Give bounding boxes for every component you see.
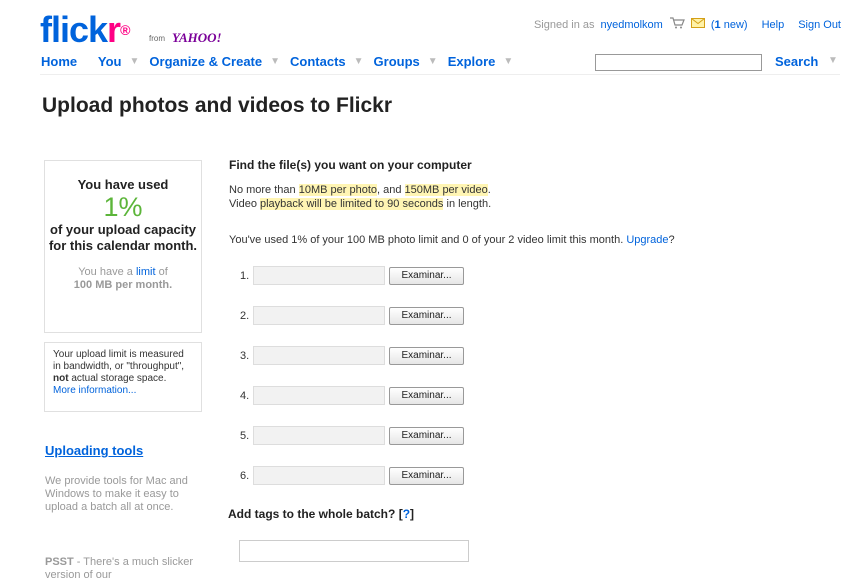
nav-you[interactable]: You	[98, 54, 122, 69]
tags-help-link[interactable]: ?	[403, 507, 410, 521]
file-row-number: 4.	[240, 389, 250, 402]
logo-r: r	[107, 9, 121, 50]
usage-summary: You've used 1% of your 100 MB photo limi…	[229, 234, 675, 246]
file-row: 6. Examinar...	[240, 466, 464, 485]
file-input[interactable]	[253, 306, 385, 325]
limit-text: No more than	[229, 184, 296, 196]
cart-icon[interactable]	[669, 17, 685, 32]
file-input[interactable]	[253, 386, 385, 405]
usage-summary-text: You've used 1% of your 100 MB photo limi…	[229, 234, 624, 246]
limit-prefix: You have a	[78, 266, 133, 278]
mail-new-label: new	[723, 18, 744, 31]
chevron-down-icon[interactable]: ▼	[270, 56, 280, 67]
note-text-a: Your upload limit is measured in bandwid…	[53, 349, 185, 372]
browse-button[interactable]: Examinar...	[389, 426, 464, 445]
main-nav: Home You ▼ Organize & Create ▼ Contacts …	[41, 54, 523, 69]
nav-organize-create[interactable]: Organize & Create	[149, 54, 262, 69]
tags-input[interactable]	[239, 540, 469, 562]
video-limit: 150MB per video	[404, 184, 488, 196]
file-input[interactable]	[253, 346, 385, 365]
bandwidth-note: Your upload limit is measured in bandwid…	[44, 342, 202, 412]
file-row: 5. Examinar...	[240, 426, 464, 445]
file-row: 3. Examinar...	[240, 346, 464, 365]
file-row-number: 3.	[240, 349, 250, 362]
tags-heading: Add tags to the whole batch? [?]	[228, 507, 414, 521]
nav-home[interactable]: Home	[41, 54, 77, 69]
psst-text: PSST - There's a much slicker version of…	[45, 556, 210, 582]
logo-from: from	[149, 34, 165, 43]
file-input[interactable]	[253, 266, 385, 285]
file-row-number: 6.	[240, 469, 250, 482]
file-row-number: 1.	[240, 269, 250, 282]
file-row: 4. Examinar...	[240, 386, 464, 405]
nav-divider	[40, 74, 840, 75]
browse-button[interactable]: Examinar...	[389, 386, 464, 405]
video-text-end: in length.	[446, 198, 492, 210]
size-limits: No more than 10MB per photo, and 150MB p…	[229, 183, 491, 211]
nav-groups[interactable]: Groups	[374, 54, 420, 69]
browse-button[interactable]: Examinar...	[389, 306, 464, 325]
psst-bold: PSST	[45, 556, 74, 568]
browse-button[interactable]: Examinar...	[389, 346, 464, 365]
registered-mark: ®	[120, 22, 130, 38]
nav-contacts[interactable]: Contacts	[290, 54, 346, 69]
mail-new-count: 1	[714, 18, 721, 31]
file-row-number: 5.	[240, 429, 250, 442]
chevron-down-icon[interactable]: ▼	[354, 56, 364, 67]
upgrade-question: ?	[668, 234, 675, 246]
file-row-number: 2.	[240, 309, 250, 322]
signed-in-label: Signed in as	[533, 18, 595, 31]
uploading-tools-text: We provide tools for Mac and Windows to …	[45, 475, 188, 513]
usage-box: You have used 1% of your upload capacity…	[44, 160, 202, 333]
limit-and: , and	[377, 184, 402, 196]
tags-heading-text: Add tags to the whole batch?	[228, 507, 396, 521]
more-information-link[interactable]: More information...	[53, 385, 136, 396]
file-input[interactable]	[253, 466, 385, 485]
sign-out-link[interactable]: Sign Out	[798, 19, 841, 31]
chevron-down-icon[interactable]: ▼	[428, 56, 438, 67]
usage-line1: You have used	[77, 177, 169, 192]
search-button[interactable]: Search	[775, 54, 818, 69]
search-input[interactable]	[595, 54, 762, 71]
limit-suffix: of	[158, 266, 168, 278]
bracket: ]	[410, 507, 415, 521]
browse-button[interactable]: Examinar...	[389, 466, 464, 485]
uploading-tools-link[interactable]: Uploading tools	[45, 443, 143, 458]
logo-text: flick	[40, 9, 108, 50]
chevron-down-icon[interactable]: ▼	[503, 56, 513, 67]
find-files-heading: Find the file(s) you want on your comput…	[229, 158, 472, 172]
upgrade-link[interactable]: Upgrade	[626, 234, 668, 246]
user-bar: Signed in as nyedmolkom (1 new) Help Sig…	[534, 17, 841, 32]
usage-percent: 1%	[103, 192, 143, 222]
mail-icon[interactable]	[690, 18, 705, 31]
file-row: 1. Examinar...	[240, 266, 464, 285]
chevron-down-icon[interactable]: ▼	[828, 55, 838, 66]
page-title: Upload photos and videos to Flickr	[42, 94, 393, 117]
nav-explore[interactable]: Explore	[448, 54, 496, 69]
yahoo-logo: YAHOO!	[172, 30, 222, 45]
limit-amount: 100 MB per month.	[73, 279, 173, 291]
file-input[interactable]	[253, 426, 385, 445]
usage-line2: of your upload capacity for this calenda…	[48, 222, 198, 253]
file-row: 2. Examinar...	[240, 306, 464, 325]
video-text: Video	[229, 198, 257, 210]
video-playback-limit: playback will be limited to 90 seconds	[260, 198, 444, 210]
flickr-logo[interactable]: flickr®	[40, 9, 130, 50]
chevron-down-icon[interactable]: ▼	[130, 56, 140, 67]
mail-new-link[interactable]: (1 new)	[711, 19, 748, 31]
note-not: not	[53, 373, 69, 384]
username-link[interactable]: nyedmolkom	[600, 19, 662, 31]
help-link[interactable]: Help	[762, 19, 785, 31]
limit-dot: .	[487, 184, 491, 196]
browse-button[interactable]: Examinar...	[389, 266, 464, 285]
note-text-b: actual storage space.	[71, 373, 167, 384]
photo-limit: 10MB per photo	[298, 184, 377, 196]
limit-link[interactable]: limit	[136, 266, 156, 278]
nav-spacer	[85, 56, 88, 67]
usage-limit: You have a limit of 100 MB per month.	[45, 266, 201, 292]
